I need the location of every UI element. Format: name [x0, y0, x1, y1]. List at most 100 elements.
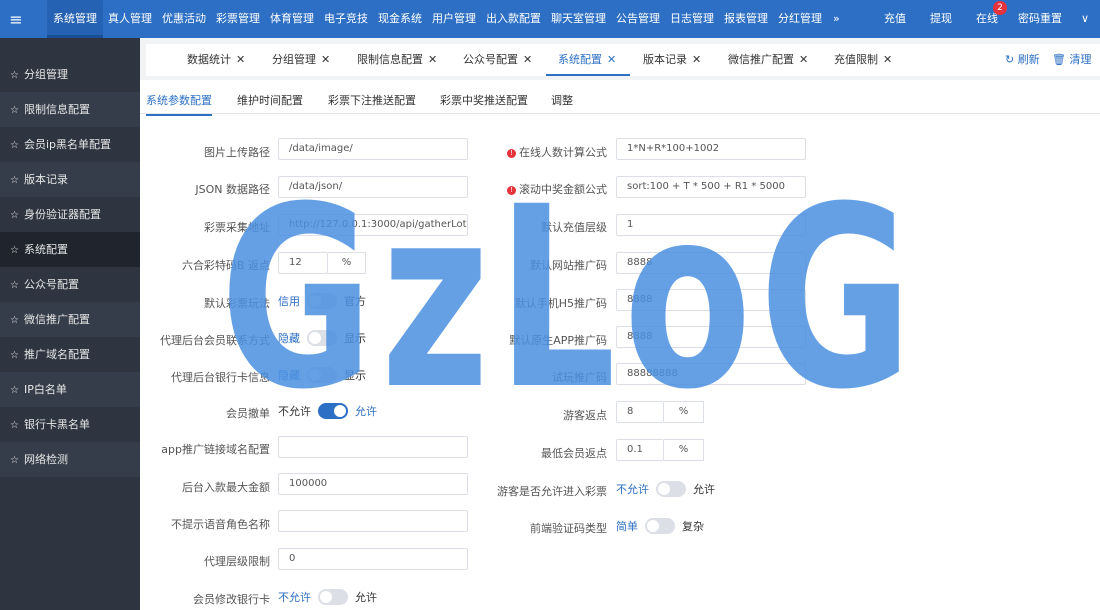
tab-item[interactable]: 充值限制 ✕ — [834, 44, 892, 76]
liuhe-rebate-label: 六合彩特码B 返点 — [181, 259, 270, 272]
winning-formula-label: ! 滚动中奖金额公式 — [507, 181, 607, 197]
refresh-button[interactable]: ↻ 刷新 — [1005, 44, 1040, 76]
toggle[interactable] — [656, 481, 686, 497]
tab-item[interactable]: 数据统计 ✕ — [187, 44, 245, 76]
withdraw-button[interactable]: 提现 — [918, 0, 964, 38]
h5-promo-input[interactable]: 8888 — [616, 289, 806, 311]
close-icon[interactable]: ✕ — [692, 53, 701, 66]
close-icon[interactable]: ✕ — [236, 53, 245, 66]
close-icon[interactable]: ✕ — [321, 53, 330, 66]
recharge-button[interactable]: 充值 — [872, 0, 918, 38]
topnav-item[interactable]: 彩票管理 — [211, 0, 265, 38]
topnav-item[interactable]: 体育管理 — [265, 0, 319, 38]
password-reset-button[interactable]: 密码重置 — [1010, 0, 1070, 38]
default-play-switch[interactable]: 信用 官方 — [278, 293, 366, 309]
close-icon[interactable]: ✕ — [883, 53, 892, 66]
default-play-label: 默认彩票玩法 — [204, 297, 270, 310]
tab-item-active[interactable]: 系统配置 ✕ — [546, 44, 631, 76]
agent-bank-switch[interactable]: 隐藏 显示 — [278, 367, 366, 383]
winning-formula-input[interactable]: sort:100 + T * 500 + R1 * 5000 — [616, 176, 806, 198]
agent-contact-switch[interactable]: 隐藏 显示 — [278, 330, 366, 346]
sidebar-item[interactable]: ☆ 版本记录 — [0, 162, 140, 197]
close-icon[interactable]: ✕ — [607, 53, 616, 66]
tab-item[interactable]: 公众号配置 ✕ — [463, 44, 532, 76]
toggle[interactable] — [645, 518, 675, 534]
sidebar-item[interactable]: ☆ 限制信息配置 — [0, 92, 140, 127]
close-icon[interactable]: ✕ — [523, 53, 532, 66]
close-icon[interactable]: ✕ — [428, 53, 437, 66]
topnav-item[interactable]: 日志管理 — [665, 0, 719, 38]
min-rebate-label: 最低会员返点 — [541, 447, 607, 460]
sidebar-item[interactable]: ☆ IP白名单 — [0, 372, 140, 407]
trial-promo-input[interactable]: 88888888 — [616, 363, 806, 385]
tab-item[interactable]: 分组管理 ✕ — [272, 44, 330, 76]
online-button[interactable]: 在线 2 — [964, 0, 1010, 38]
app-domain-input[interactable] — [278, 436, 468, 458]
required-icon: ! — [507, 186, 516, 195]
close-icon[interactable]: ✕ — [799, 53, 808, 66]
refresh-icon: ↻ — [1005, 53, 1015, 66]
topnav-item[interactable]: 优惠活动 — [157, 0, 211, 38]
topnav-item[interactable]: 分红管理 — [773, 0, 827, 38]
topnav-item[interactable]: 出入款配置 — [481, 0, 546, 38]
toggle[interactable] — [318, 589, 348, 605]
sidebar-item-active[interactable]: ☆ 系统配置 — [0, 232, 140, 267]
sidebar-item[interactable]: ☆ 网络检测 — [0, 442, 140, 477]
json-path-input[interactable]: /data/json/ — [278, 176, 468, 198]
nav-more-icon[interactable]: » — [827, 0, 846, 38]
image-path-input[interactable]: /data/image/ — [278, 138, 468, 160]
max-deposit-input[interactable]: 100000 — [278, 473, 468, 495]
agent-level-input[interactable]: 0 — [278, 548, 468, 570]
online-formula-input[interactable]: 1*N+R*100+1002 — [616, 138, 806, 160]
voice-role-input[interactable] — [278, 510, 468, 532]
trial-promo-label: 试玩推广码 — [552, 371, 607, 384]
topnav-item[interactable]: 报表管理 — [719, 0, 773, 38]
topnav-item[interactable]: 电子竞技 — [319, 0, 373, 38]
web-promo-input[interactable]: 8888 — [616, 252, 806, 274]
sidebar-item[interactable]: ☆ 公众号配置 — [0, 267, 140, 302]
recharge-level-input[interactable]: 1 — [616, 214, 806, 236]
toggle[interactable] — [307, 330, 337, 346]
sidebar-item[interactable]: ☆ 身份验证器配置 — [0, 197, 140, 232]
tab-item[interactable]: 版本记录 ✕ — [643, 44, 701, 76]
revoke-switch[interactable]: 不允许 允许 — [278, 403, 377, 419]
subtab[interactable]: 彩票中奖推送配置 — [440, 92, 528, 108]
topnav-item[interactable]: 现金系统 — [373, 0, 427, 38]
toggle[interactable] — [318, 403, 348, 419]
star-icon: ☆ — [10, 140, 19, 151]
tab-item[interactable]: 微信推广配置 ✕ — [728, 44, 808, 76]
star-icon: ☆ — [10, 350, 19, 361]
toggle[interactable] — [307, 367, 337, 383]
app-domain-label: app推广链接域名配置 — [161, 443, 270, 456]
topnav-item[interactable]: 用户管理 — [427, 0, 481, 38]
recharge-level-label: 默认充值层级 — [541, 221, 607, 234]
modify-bank-switch[interactable]: 不允许 允许 — [278, 589, 377, 605]
subtab[interactable]: 彩票下注推送配置 — [328, 92, 416, 108]
min-rebate-input[interactable]: 0.1 — [616, 439, 664, 461]
sub-tabs: 系统参数配置 维护时间配置 彩票下注推送配置 彩票中奖推送配置 调整 — [140, 80, 1100, 116]
subtab-active[interactable]: 系统参数配置 — [146, 92, 212, 116]
guest-rebate-input[interactable]: 8 — [616, 401, 664, 423]
hamburger-icon[interactable]: ≡ — [0, 0, 32, 38]
agent-level-label: 代理层级限制 — [204, 555, 270, 568]
sidebar-item[interactable]: ☆ 分组管理 — [0, 57, 140, 92]
chevron-down-icon[interactable]: ∨ — [1070, 0, 1100, 38]
subtab[interactable]: 调整 — [551, 92, 573, 108]
topnav-item[interactable]: 聊天室管理 — [546, 0, 611, 38]
sidebar-item[interactable]: ☆ 推广域名配置 — [0, 337, 140, 372]
topnav-item[interactable]: 真人管理 — [103, 0, 157, 38]
sidebar-item[interactable]: ☆ 微信推广配置 — [0, 302, 140, 337]
toggle[interactable] — [307, 293, 337, 309]
lottery-addr-input[interactable]: http://127.0.0.1:3000/api/gatherLotter/q… — [278, 214, 468, 236]
captcha-switch[interactable]: 简单 复杂 — [616, 518, 704, 534]
subtab[interactable]: 维护时间配置 — [237, 92, 303, 108]
app-promo-input[interactable]: 8888 — [616, 326, 806, 348]
guest-lottery-switch[interactable]: 不允许 允许 — [616, 481, 715, 497]
liuhe-rebate-input[interactable]: 12 — [278, 252, 328, 274]
topnav-item[interactable]: 公告管理 — [611, 0, 665, 38]
tab-item[interactable]: 限制信息配置 ✕ — [357, 44, 437, 76]
topnav-item[interactable]: 系统管理 — [47, 0, 103, 38]
sidebar-item[interactable]: ☆ 银行卡黑名单 — [0, 407, 140, 442]
sidebar-item[interactable]: ☆ 会员ip黑名单配置 — [0, 127, 140, 162]
clear-button[interactable]: 🗑 清理 — [1052, 44, 1091, 76]
